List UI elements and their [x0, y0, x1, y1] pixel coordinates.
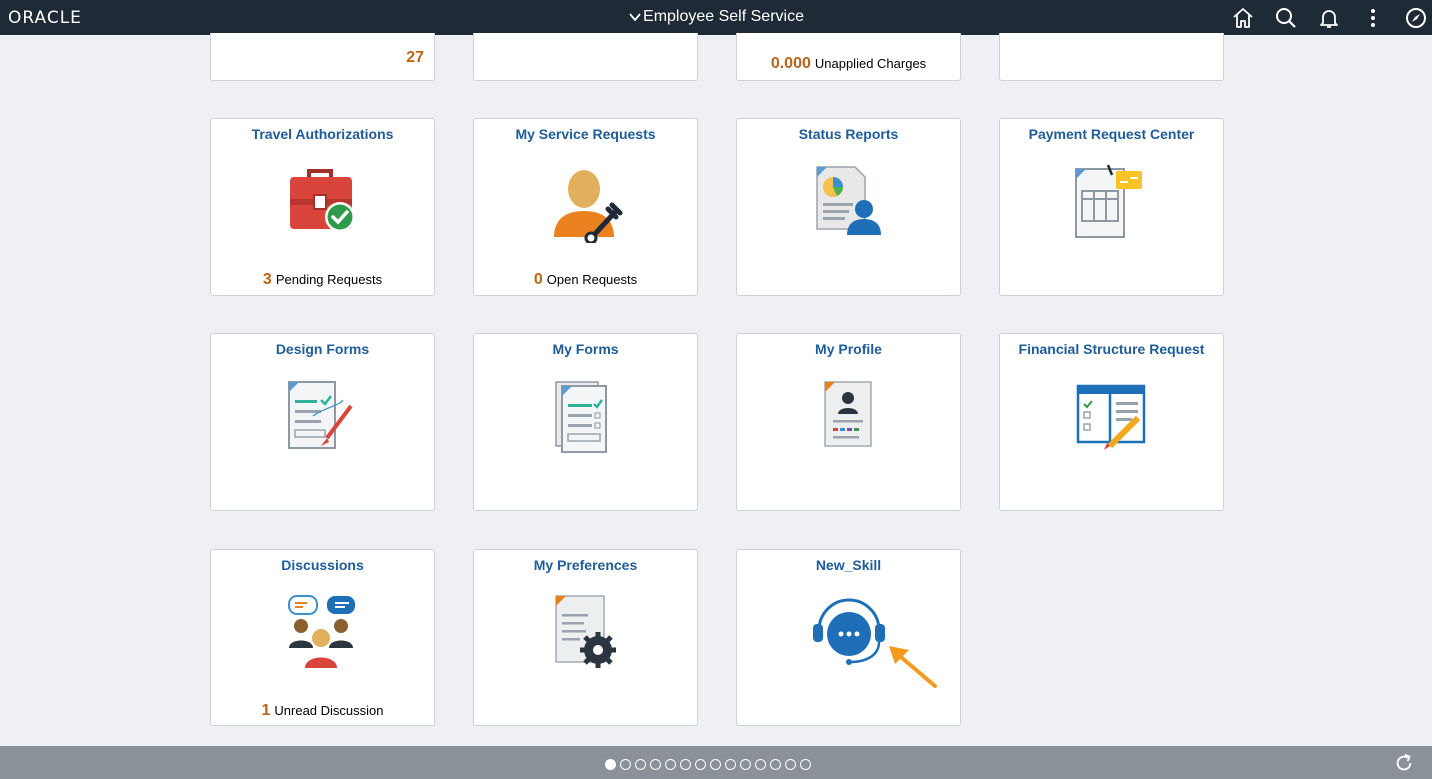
refresh-icon[interactable] [1393, 752, 1415, 774]
page-dot[interactable] [680, 759, 691, 770]
tile-count: 0.000 [770, 55, 811, 72]
tile-financial-structure-request[interactable]: Financial Structure Request [999, 333, 1224, 511]
profile-document-icon [824, 381, 872, 447]
tile-count: 1 [261, 702, 271, 719]
tile-count: 3 [262, 271, 272, 288]
page-dot[interactable] [770, 759, 781, 770]
tile-title: New_Skill [815, 557, 882, 573]
page-dot[interactable] [605, 759, 616, 770]
tile-count-line: 3 Pending Requests [211, 271, 434, 289]
partial-tile-2[interactable] [473, 33, 698, 81]
tile-title: Design Forms [275, 341, 370, 357]
payment-document-icon [1075, 164, 1142, 238]
tile-title: My Forms [552, 341, 619, 357]
tile-my-service-requests[interactable]: My Service Requests 0 Open Requests [473, 118, 698, 296]
search-icon[interactable] [1274, 6, 1298, 30]
tile-title: My Service Requests [515, 126, 656, 142]
forms-stack-icon [555, 381, 607, 453]
tile-title: Discussions [281, 557, 364, 573]
page-dot[interactable] [755, 759, 766, 770]
top-banner: ORACLE Employee Self Service [0, 0, 1432, 35]
page-dot[interactable] [710, 759, 721, 770]
structure-pencil-icon [1076, 384, 1146, 450]
report-person-icon [816, 166, 881, 235]
tile-count: 0 [533, 271, 543, 288]
tile-title: Status Reports [798, 126, 899, 142]
tile-count-line: 0.000 Unapplied Charges [737, 55, 960, 73]
chevron-down-icon [629, 13, 641, 22]
tile-count-line: 1 Unread Discussion [211, 702, 434, 720]
tile-count-label: Unread Discussion [274, 703, 384, 718]
tile-count-label: Open Requests [546, 272, 638, 287]
tile-my-preferences[interactable]: My Preferences [473, 549, 698, 726]
more-icon[interactable] [1361, 6, 1385, 30]
discussion-people-icon [288, 595, 355, 668]
page-dot[interactable] [695, 759, 706, 770]
home-icon[interactable] [1231, 6, 1255, 30]
tile-count-label: Pending Requests [275, 272, 383, 287]
page-dot[interactable] [800, 759, 811, 770]
form-brush-icon [288, 381, 353, 449]
partial-tile-3[interactable]: 0.000 Unapplied Charges [736, 33, 961, 81]
page-title: Employee Self Service [643, 8, 804, 25]
document-gear-icon [555, 595, 616, 668]
tile-design-forms[interactable]: Design Forms [210, 333, 435, 511]
page-dot[interactable] [665, 759, 676, 770]
page-dot[interactable] [635, 759, 646, 770]
tile-status-reports[interactable]: Status Reports [736, 118, 961, 296]
tile-my-profile[interactable]: My Profile [736, 333, 961, 511]
partial-tile-1[interactable]: 27 [210, 33, 435, 81]
bell-icon[interactable] [1317, 6, 1341, 30]
tile-title: Travel Authorizations [251, 126, 394, 142]
tile-count: 27 [406, 49, 424, 66]
page-dot[interactable] [785, 759, 796, 770]
homepage-selector[interactable]: Employee Self Service [0, 8, 1432, 26]
tile-title: My Profile [815, 341, 882, 357]
tile-discussions[interactable]: Discussions 1 Unread Discussion [210, 549, 435, 726]
arrow-pointer-icon [889, 646, 937, 688]
tile-title: Payment Request Center [1028, 126, 1195, 142]
page-footer [0, 746, 1432, 779]
tile-count-label: Unapplied Charges [814, 56, 927, 71]
partial-tile-4[interactable] [999, 33, 1224, 81]
headset-chat-icon [813, 598, 885, 665]
tile-my-forms[interactable]: My Forms [473, 333, 698, 511]
tile-travel-authorizations[interactable]: Travel Authorizations 3 Pending Requests [210, 118, 435, 296]
briefcase-check-icon [290, 169, 355, 232]
page-dot[interactable] [725, 759, 736, 770]
navigator-icon[interactable] [1404, 6, 1428, 30]
tile-count-line: 0 Open Requests [474, 271, 697, 289]
page-dot[interactable] [740, 759, 751, 770]
tile-title: My Preferences [533, 557, 638, 573]
page-dot[interactable] [620, 759, 631, 770]
tile-new-skill[interactable]: New_Skill [736, 549, 961, 726]
person-wrench-icon [554, 170, 623, 243]
tile-payment-request-center[interactable]: Payment Request Center [999, 118, 1224, 296]
page-indicator[interactable] [605, 759, 811, 770]
tile-title: Financial Structure Request [1018, 341, 1205, 357]
page-dot[interactable] [650, 759, 661, 770]
